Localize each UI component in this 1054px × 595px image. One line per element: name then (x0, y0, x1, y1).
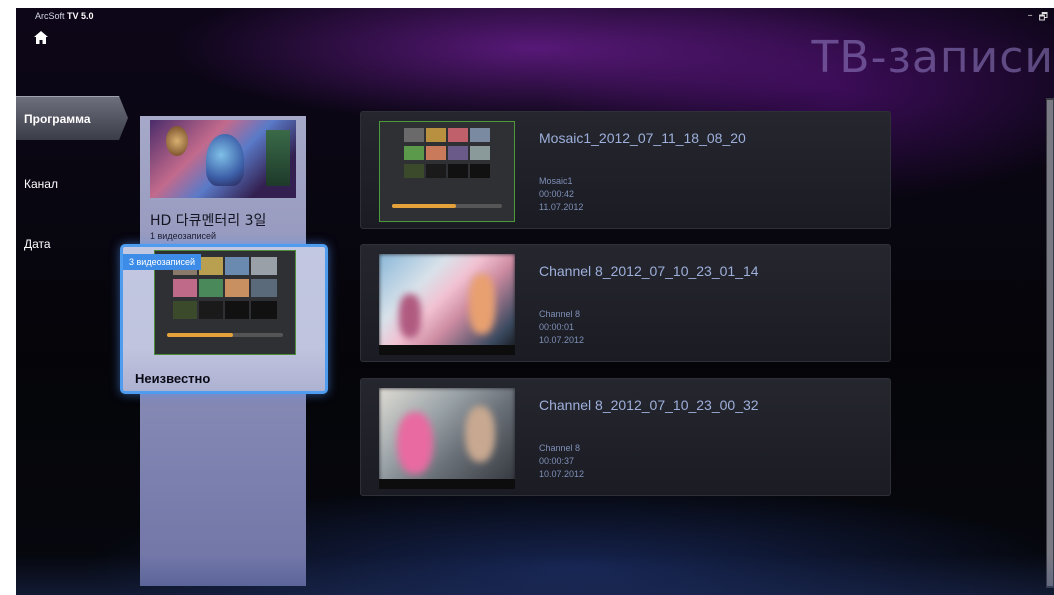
nav-item-date[interactable]: Дата (16, 222, 128, 266)
recording-title: Mosaic1_2012_07_11_18_08_20 (539, 130, 746, 146)
nav-item-program[interactable]: Программа (16, 96, 128, 140)
recording-title: Channel 8_2012_07_10_23_00_32 (539, 397, 759, 413)
home-icon[interactable] (33, 30, 49, 46)
recording-item[interactable]: Channel 8_2012_07_10_23_00_32 Channel 8 … (360, 378, 891, 496)
video-count-badge: 3 видеозаписей (123, 254, 202, 270)
recording-channel: Channel 8 (539, 309, 581, 319)
recording-item[interactable]: Channel 8_2012_07_10_23_01_14 Channel 8 … (360, 244, 891, 362)
recording-duration: 00:00:01 (539, 322, 575, 332)
recording-title: Channel 8_2012_07_10_23_01_14 (539, 263, 759, 279)
app-name: ArcSoft TV 5.0 (35, 11, 94, 21)
recording-channel: Channel 8 (539, 443, 581, 453)
group-thumbnail[interactable] (150, 120, 296, 198)
app-window: ArcSoft TV 5.0 – 🗗 ТВ-записи Программа К… (16, 8, 1054, 595)
recording-duration: 00:00:42 (539, 189, 575, 199)
recording-date: 10.07.2012 (539, 335, 585, 345)
recording-channel: Mosaic1 (539, 176, 573, 186)
scrollbar[interactable] (1046, 98, 1054, 588)
recording-thumbnail (379, 121, 515, 222)
recording-thumbnail (379, 388, 515, 489)
page-title: ТВ-записи (811, 32, 1054, 83)
recording-duration: 00:00:37 (539, 456, 575, 466)
scrollbar-thumb[interactable] (1047, 100, 1053, 586)
nav-item-channel[interactable]: Канал (16, 162, 128, 206)
group-title: Неизвестно (135, 371, 211, 386)
recording-date: 11.07.2012 (539, 202, 584, 212)
recording-item[interactable]: Mosaic1_2012_07_11_18_08_20 Mosaic1 00:0… (360, 111, 891, 229)
minimize-button[interactable]: – (1028, 10, 1033, 27)
group-item-selected[interactable]: 3 видеозаписей Неизвестно (120, 244, 328, 394)
window-controls: – 🗗 (1028, 10, 1048, 27)
group-title[interactable]: HD 다큐멘터리 3일 (150, 210, 266, 230)
group-count: 1 видеозаписей (150, 231, 217, 241)
recording-thumbnail (379, 254, 515, 355)
recording-date: 10.07.2012 (539, 469, 585, 479)
restore-button[interactable]: 🗗 (1039, 10, 1048, 27)
